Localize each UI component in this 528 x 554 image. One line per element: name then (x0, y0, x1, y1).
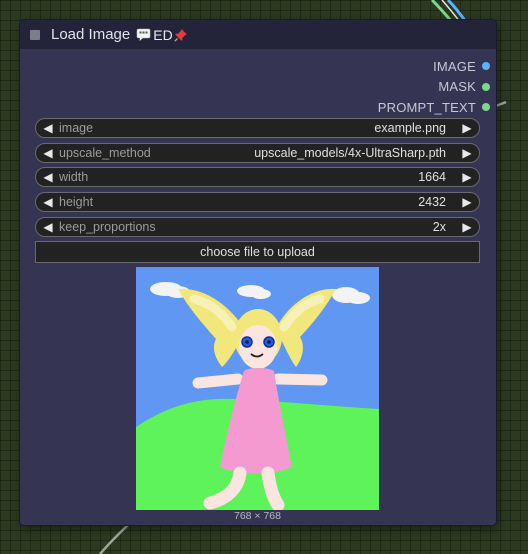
widget-keep-proportions-value[interactable]: 2x (433, 220, 446, 234)
widget-image-value[interactable]: example.png (374, 121, 446, 135)
widget-width-label: width (59, 170, 89, 185)
preview-dimensions: 768 × 768 (233, 510, 281, 522)
output-image[interactable]: IMAGE (290, 56, 490, 77)
widget-height-value[interactable]: 2432 (418, 195, 446, 209)
wire-right (495, 100, 507, 108)
increment-arrow-icon[interactable]: ▶ (458, 170, 476, 184)
decrement-arrow-icon[interactable]: ◀ (39, 146, 57, 160)
widget-keep-proportions[interactable]: ◀ keep_proportions 2x ▶ (35, 216, 480, 237)
decrement-arrow-icon[interactable]: ◀ (39, 170, 57, 184)
wire-top-3 (441, 0, 461, 23)
collapse-toggle[interactable] (30, 29, 40, 40)
widget-height[interactable]: ◀ height 2432 ▶ (35, 192, 480, 213)
preview-drawing (136, 267, 379, 510)
wire-top-1 (430, 0, 454, 23)
output-prompt-text[interactable]: PROMPT_TEXT (290, 97, 490, 118)
output-prompt-text-label: PROMPT_TEXT (377, 99, 476, 115)
widget-width-value[interactable]: 1664 (418, 170, 446, 184)
image-preview (136, 267, 379, 510)
node-title-bar[interactable]: Load Image ED (20, 20, 496, 49)
increment-arrow-icon[interactable]: ▶ (458, 220, 476, 234)
output-prompt-text-dot[interactable] (482, 103, 490, 112)
increment-arrow-icon[interactable]: ▶ (458, 195, 476, 209)
wire-top-2 (446, 0, 468, 23)
output-image-label: IMAGE (433, 58, 476, 74)
pushpin-icon (174, 28, 187, 42)
output-image-dot[interactable] (482, 62, 490, 71)
widget-image-label: image (59, 121, 94, 135)
decrement-arrow-icon[interactable]: ◀ (39, 195, 57, 209)
widget-width[interactable]: ◀ width 1664 ▶ (35, 167, 480, 188)
widget-height-label: height (59, 195, 94, 210)
decrement-arrow-icon[interactable]: ◀ (39, 121, 57, 135)
widget-keep-proportions-label: keep_proportions (59, 219, 156, 234)
widget-image[interactable]: ◀ image example.png ▶ (35, 118, 480, 138)
widget-upscale-method-value[interactable]: upscale_models/4x-UltraSharp.pth (254, 146, 446, 160)
widget-upscale-method[interactable]: ◀ upscale_method upscale_models/4x-Ultra… (35, 142, 480, 163)
widget-list: ◀ image example.png ▶ ◀ upscale_method u… (35, 118, 480, 264)
output-slots: IMAGE MASK PROMPT_TEXT (290, 56, 490, 118)
output-mask[interactable]: MASK (290, 77, 490, 98)
badge-label: ED (153, 26, 173, 43)
widget-upscale-method-label: upscale_method (59, 145, 151, 160)
decrement-arrow-icon[interactable]: ◀ (39, 220, 57, 234)
node-title: Load Image (51, 26, 131, 43)
title-badges: ED (136, 27, 187, 43)
load-image-node[interactable]: Load Image ED IMAGE MASK PROMPT_TEXT ◀ i… (20, 20, 496, 525)
wire-bottom (99, 524, 129, 554)
speech-bubble-icon (136, 28, 151, 41)
output-mask-label: MASK (438, 79, 476, 95)
output-mask-dot[interactable] (482, 82, 490, 91)
increment-arrow-icon[interactable]: ▶ (458, 121, 476, 135)
increment-arrow-icon[interactable]: ▶ (458, 146, 476, 160)
upload-button[interactable]: choose file to upload (35, 241, 480, 264)
